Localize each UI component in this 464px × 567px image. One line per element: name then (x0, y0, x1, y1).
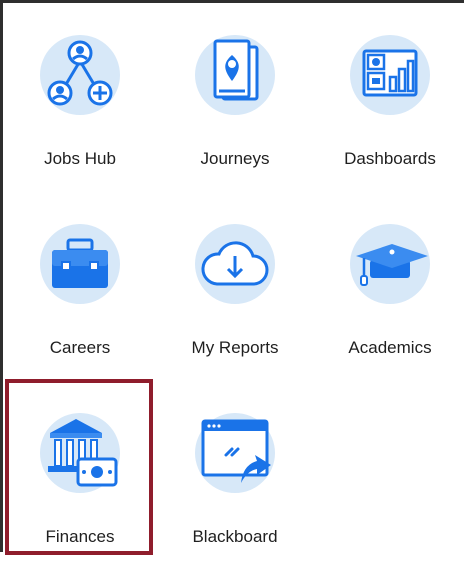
academics-icon (348, 222, 432, 306)
app-grid: Jobs Hub Journeys Dashboards Careers My … (0, 0, 464, 552)
jobs-hub-icon (38, 33, 122, 117)
app-label: Blackboard (192, 527, 278, 546)
my-reports-icon (193, 222, 277, 306)
app-tile-careers[interactable]: Careers (5, 192, 155, 378)
app-label: Finances (45, 527, 115, 546)
app-tile-academics[interactable]: Academics (315, 192, 464, 378)
careers-icon (38, 222, 122, 306)
journeys-icon (193, 33, 277, 117)
app-tile-dashboards[interactable]: Dashboards (315, 3, 464, 189)
app-tile-finances[interactable]: Finances (5, 381, 155, 567)
app-label: Careers (49, 338, 111, 357)
finances-icon (38, 411, 122, 495)
app-label: Dashboards (344, 149, 436, 168)
app-tile-my-reports[interactable]: My Reports (160, 192, 310, 378)
app-tile-jobs-hub[interactable]: Jobs Hub (5, 3, 155, 189)
app-tile-journeys[interactable]: Journeys (160, 3, 310, 189)
app-label: Academics (348, 338, 432, 357)
blackboard-icon (193, 411, 277, 495)
dashboards-icon (348, 33, 432, 117)
app-tile-blackboard[interactable]: Blackboard (160, 381, 310, 567)
app-label: Journeys (200, 149, 270, 168)
app-label: My Reports (191, 338, 279, 357)
app-label: Jobs Hub (44, 149, 116, 168)
